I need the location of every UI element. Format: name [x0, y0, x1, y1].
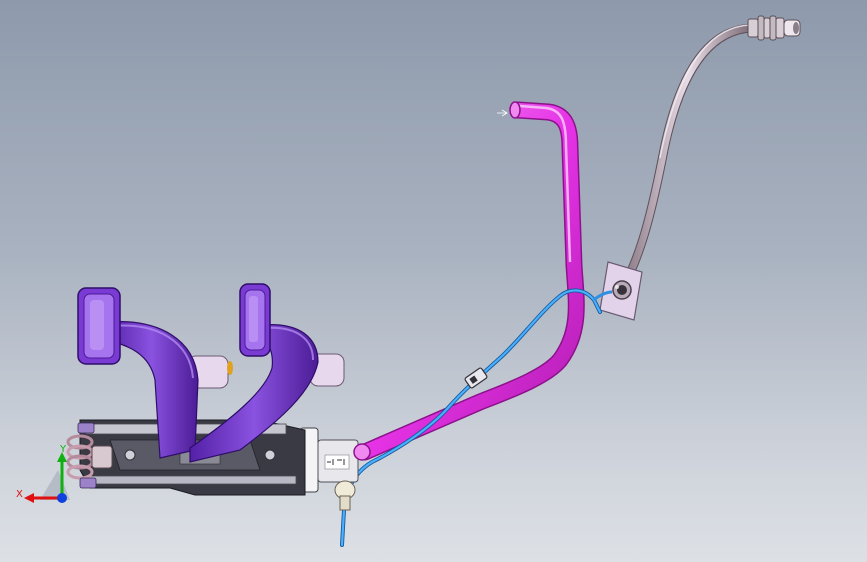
hose-bracket[interactable] — [599, 261, 643, 321]
3d-graphics-viewport[interactable]: X Y — [0, 0, 867, 562]
model-scene[interactable]: X Y — [0, 0, 867, 562]
hose-end-fitting[interactable] — [747, 15, 801, 41]
brake-pedal-pad[interactable] — [239, 283, 271, 357]
coordinate-triad — [24, 452, 70, 503]
clutch-pedal-pad[interactable] — [77, 287, 121, 365]
pointer-marker — [497, 109, 508, 117]
reservoir-pipe[interactable] — [356, 101, 585, 461]
triad-y-label: Y — [59, 444, 67, 455]
flex-hose[interactable] — [619, 23, 757, 291]
pipe-fitting[interactable] — [353, 443, 371, 461]
triad-x-label: X — [16, 489, 23, 500]
